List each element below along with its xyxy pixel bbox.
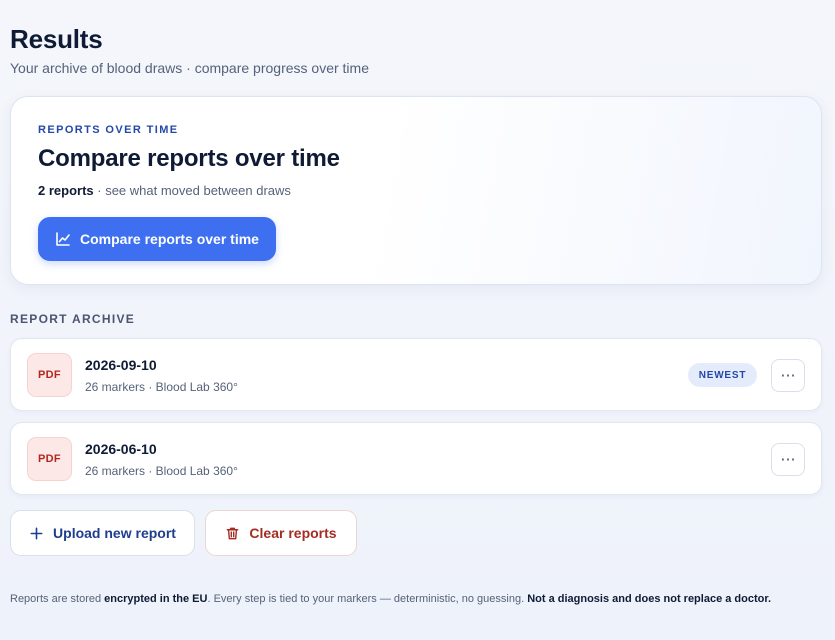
report-date: 2026-06-10	[85, 441, 157, 457]
compare-reports-card: REPORTS OVER TIME Compare reports over t…	[10, 96, 822, 285]
pdf-file-icon: PDF	[27, 353, 72, 397]
pdf-file-icon: PDF	[27, 437, 72, 481]
upload-report-button[interactable]: Upload new report	[10, 510, 195, 556]
trash-icon	[227, 527, 239, 539]
report-row[interactable]: PDF 2026-09-10 26 markers · Blood Lab 36…	[10, 338, 822, 411]
hero-meta: 2 reports · see what moved between draws	[38, 183, 291, 198]
line-chart-icon	[56, 232, 70, 246]
footer-text: . Every step is tied to your markers — d…	[207, 593, 528, 605]
clear-reports-button-label: Clear reports	[249, 525, 337, 541]
plus-icon	[30, 527, 43, 539]
hero-eyebrow: REPORTS OVER TIME	[38, 124, 179, 136]
upload-report-button-label: Upload new report	[53, 525, 176, 541]
clear-reports-button[interactable]: Clear reports	[205, 510, 357, 556]
report-meta: 26 markers · Blood Lab 360°	[85, 464, 238, 478]
more-options-button[interactable]: ···	[771, 359, 805, 392]
hero-meta-text: · see what moved between draws	[93, 183, 291, 198]
footer-disclaimer: Reports are stored encrypted in the EU. …	[10, 593, 830, 605]
newest-badge: NEWEST	[688, 363, 757, 387]
report-count: 2 reports	[38, 183, 94, 198]
report-meta: 26 markers · Blood Lab 360°	[85, 380, 238, 394]
page-subtitle: Your archive of blood draws · compare pr…	[10, 60, 369, 76]
hero-title: Compare reports over time	[38, 145, 340, 172]
compare-reports-button-label: Compare reports over time	[80, 231, 259, 247]
report-date: 2026-09-10	[85, 357, 157, 373]
footer-encryption-note: encrypted in the EU	[104, 593, 208, 605]
footer-medical-disclaimer: Not a diagnosis and does not replace a d…	[527, 593, 772, 605]
page-title: Results	[10, 24, 103, 54]
report-archive-heading: REPORT ARCHIVE	[10, 312, 136, 326]
compare-reports-button[interactable]: Compare reports over time	[38, 217, 276, 261]
more-options-button[interactable]: ···	[771, 443, 805, 476]
report-row[interactable]: PDF 2026-06-10 26 markers · Blood Lab 36…	[10, 422, 822, 495]
footer-text: Reports are stored	[10, 593, 105, 605]
